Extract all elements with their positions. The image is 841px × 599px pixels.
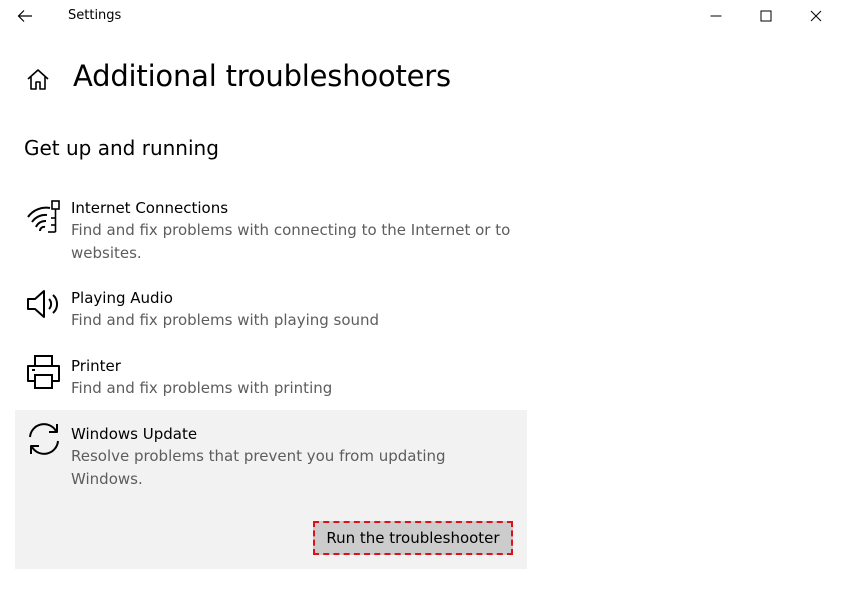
title-bar: Settings xyxy=(0,0,841,32)
back-button[interactable] xyxy=(10,2,40,30)
close-icon xyxy=(810,10,822,22)
sync-arrows-icon xyxy=(29,423,59,455)
item-description: Find and fix problems with playing sound xyxy=(71,311,380,329)
close-button[interactable] xyxy=(793,0,839,32)
item-title: Printer xyxy=(71,357,121,375)
speaker-icon xyxy=(27,290,59,318)
troubleshooter-playing-audio[interactable]: Playing Audio Find and fix problems with… xyxy=(15,286,527,336)
home-icon[interactable] xyxy=(25,68,51,92)
troubleshooter-windows-update[interactable]: Windows Update Resolve problems that pre… xyxy=(15,410,527,569)
item-title: Windows Update xyxy=(71,425,198,443)
back-arrow-icon xyxy=(17,10,32,22)
page-title: Additional troubleshooters xyxy=(73,59,451,93)
minimize-icon xyxy=(710,15,722,17)
settings-window: Settings Additional troubleshooters Get … xyxy=(0,0,841,599)
printer-icon xyxy=(27,355,60,389)
maximize-icon xyxy=(760,10,772,22)
item-title: Internet Connections xyxy=(71,199,229,217)
troubleshooter-internet-connections[interactable]: Internet Connections Find and fix proble… xyxy=(15,196,527,266)
maximize-button[interactable] xyxy=(743,0,789,32)
minimize-button[interactable] xyxy=(693,0,739,32)
wifi-network-icon xyxy=(27,200,60,233)
troubleshooter-printer[interactable]: Printer Find and fix problems with print… xyxy=(15,354,527,404)
section-title: Get up and running xyxy=(24,136,219,160)
item-description: Find and fix problems with printing xyxy=(71,379,333,397)
run-troubleshooter-button[interactable]: Run the troubleshooter xyxy=(313,521,513,555)
app-title: Settings xyxy=(68,8,122,23)
item-description: Find and fix problems with connecting to… xyxy=(71,221,511,262)
item-title: Playing Audio xyxy=(71,289,173,307)
item-description: Resolve problems that prevent you from u… xyxy=(71,447,446,488)
